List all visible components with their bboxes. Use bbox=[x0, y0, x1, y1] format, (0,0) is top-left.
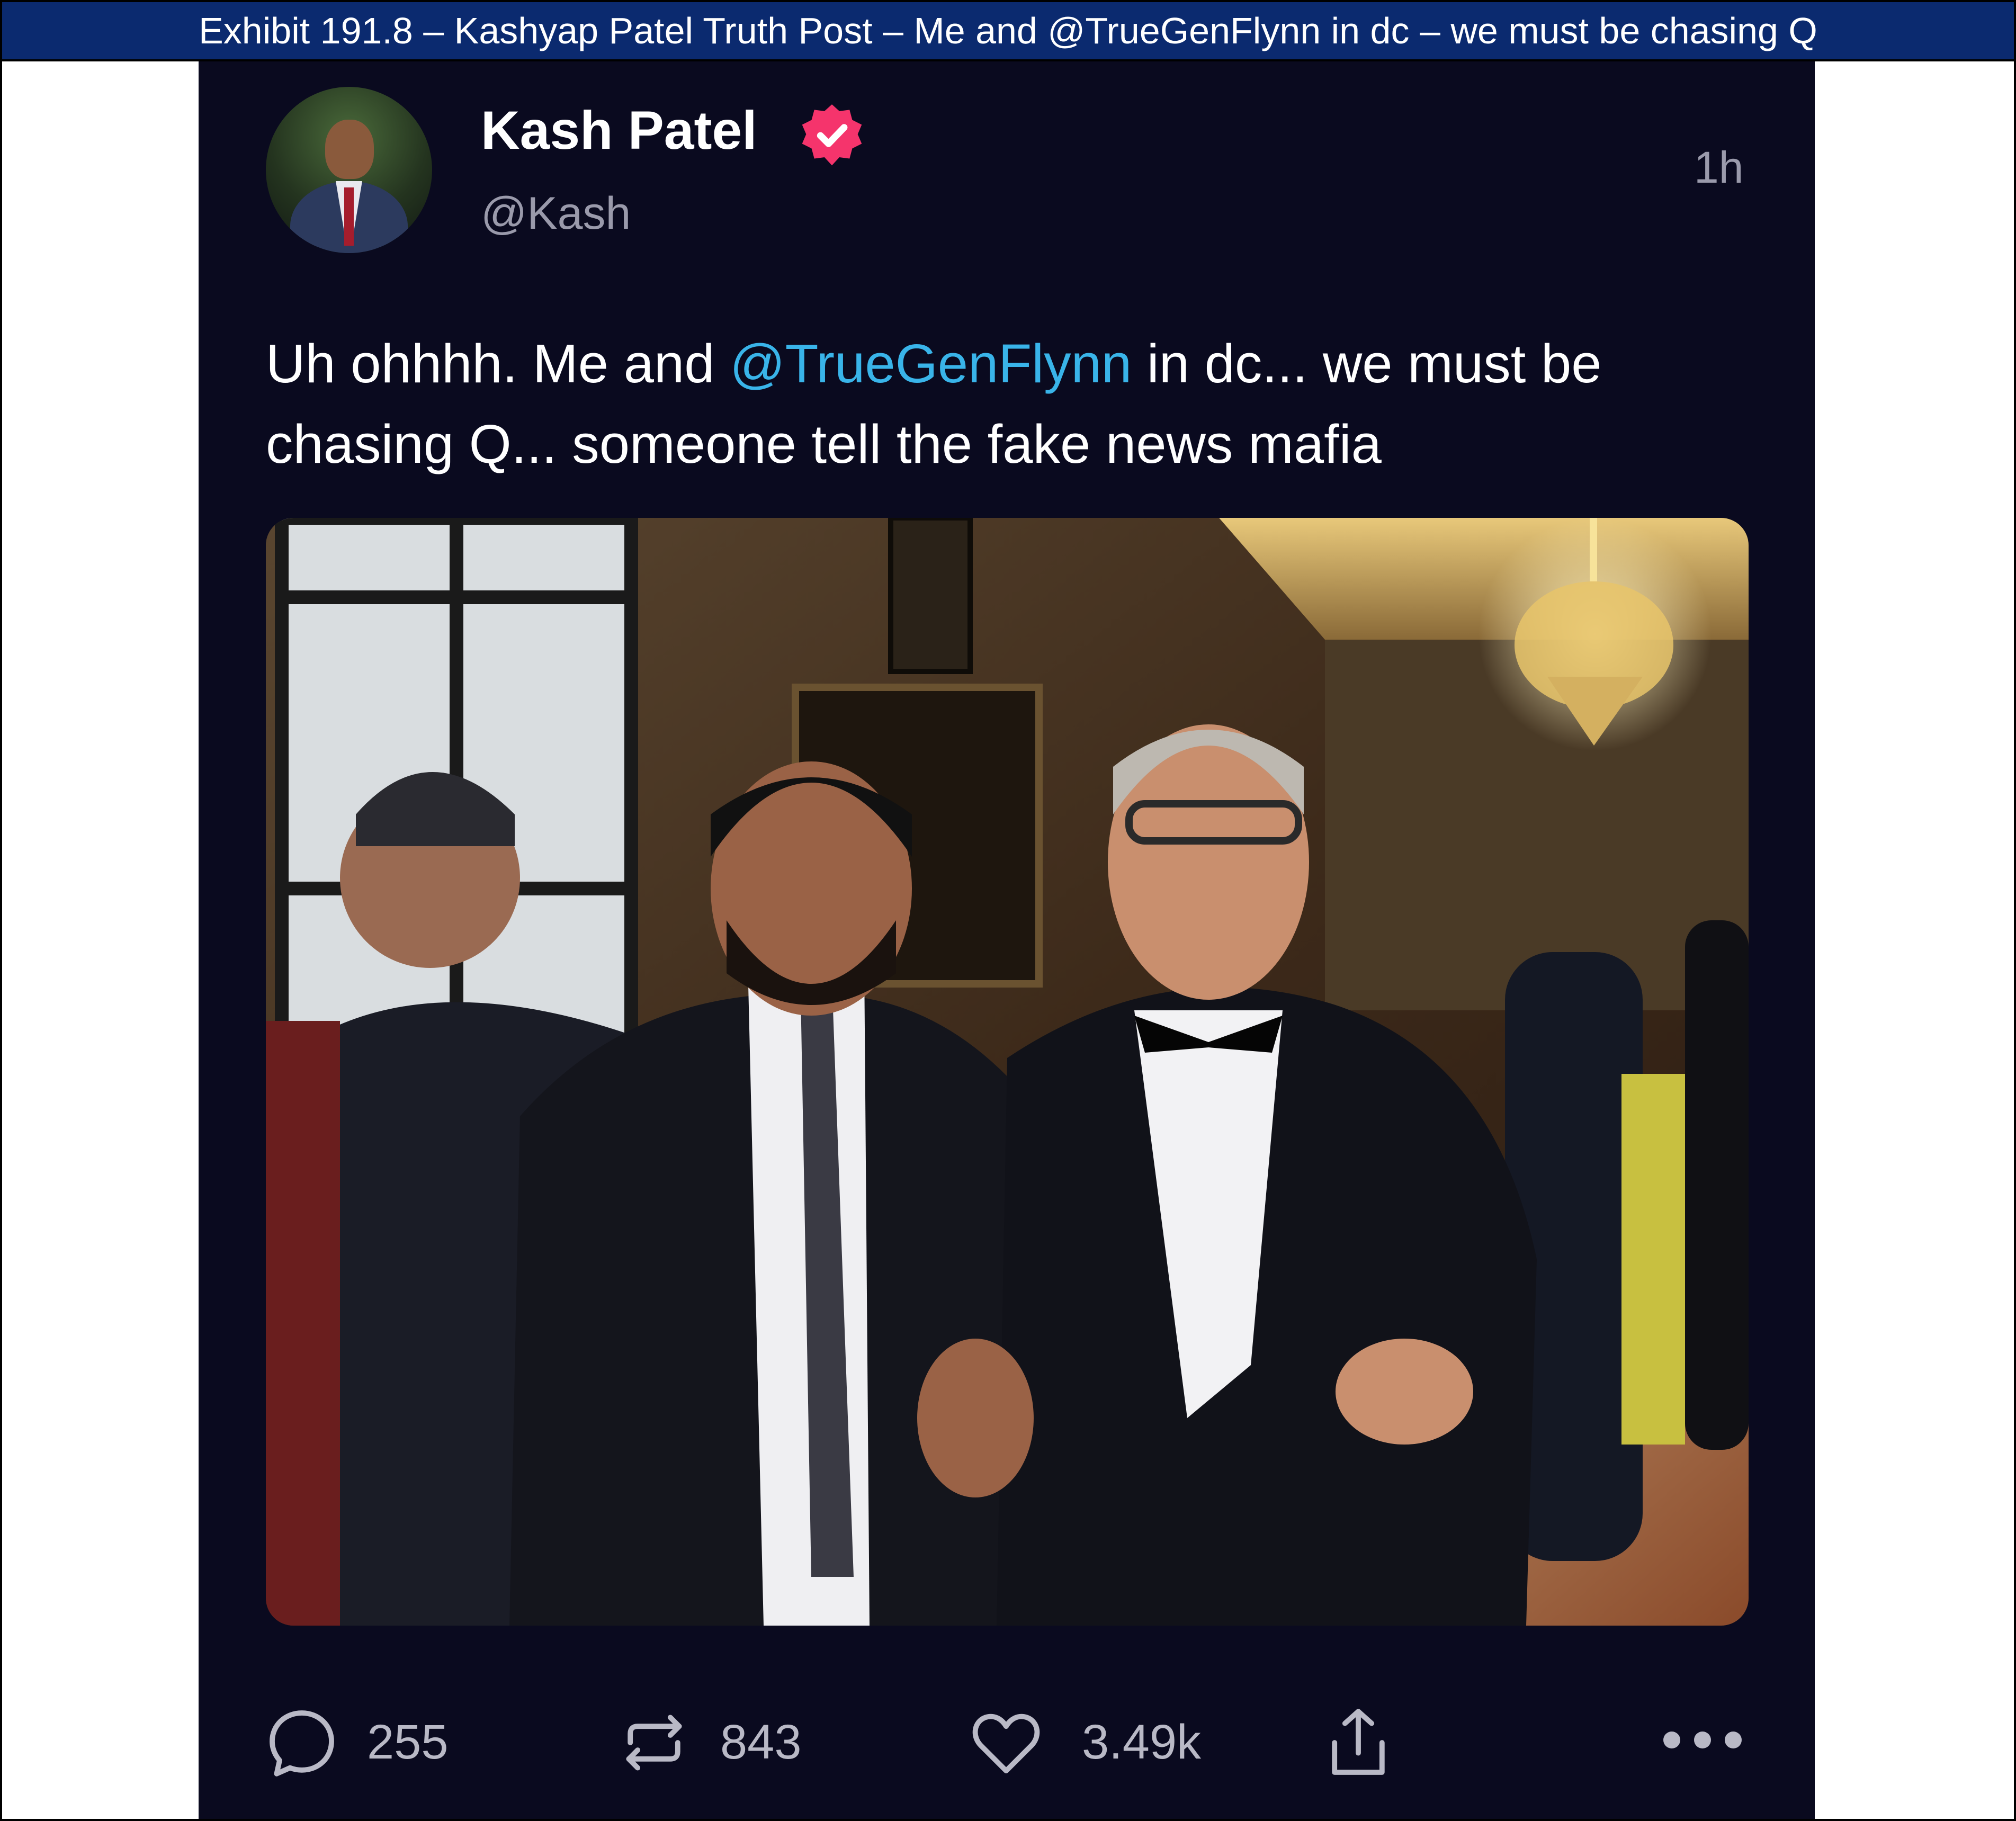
more-icon[interactable] bbox=[1660, 1727, 1745, 1753]
mention-link[interactable]: @TrueGenFlynn bbox=[730, 333, 1132, 394]
post-photo[interactable] bbox=[266, 518, 1749, 1626]
heart-icon[interactable] bbox=[966, 1706, 1046, 1780]
avatar-tie bbox=[344, 187, 354, 246]
photo-scene bbox=[266, 518, 1749, 1626]
verified-badge-icon bbox=[802, 104, 862, 166]
exhibit-caption: Exhibit 191.8 – Kashyap Patel Truth Post… bbox=[2, 2, 2014, 61]
share-icon[interactable] bbox=[1321, 1703, 1395, 1782]
avatar-head bbox=[325, 120, 374, 179]
reply-count: 255 bbox=[367, 1715, 449, 1769]
truth-post[interactable]: Kash Patel @Kash 1h Uh ohhhh. Me and @Tr… bbox=[199, 61, 1815, 1819]
post-actions-bar: 255 843 3.49k bbox=[199, 1676, 1815, 1804]
like-count: 3.49k bbox=[1082, 1715, 1202, 1769]
post-text-before: Uh ohhhh. Me and bbox=[266, 333, 730, 394]
retruth-count: 843 bbox=[720, 1715, 802, 1769]
post-body-text: Uh ohhhh. Me and @TrueGenFlynn in dc... … bbox=[266, 324, 1749, 485]
author-handle[interactable]: @Kash bbox=[481, 187, 631, 240]
author-avatar[interactable] bbox=[266, 87, 432, 253]
post-timestamp[interactable]: 1h bbox=[1694, 142, 1743, 193]
retruth-icon[interactable] bbox=[617, 1706, 691, 1780]
author-name[interactable]: Kash Patel bbox=[481, 100, 757, 162]
reply-icon[interactable] bbox=[265, 1706, 339, 1780]
